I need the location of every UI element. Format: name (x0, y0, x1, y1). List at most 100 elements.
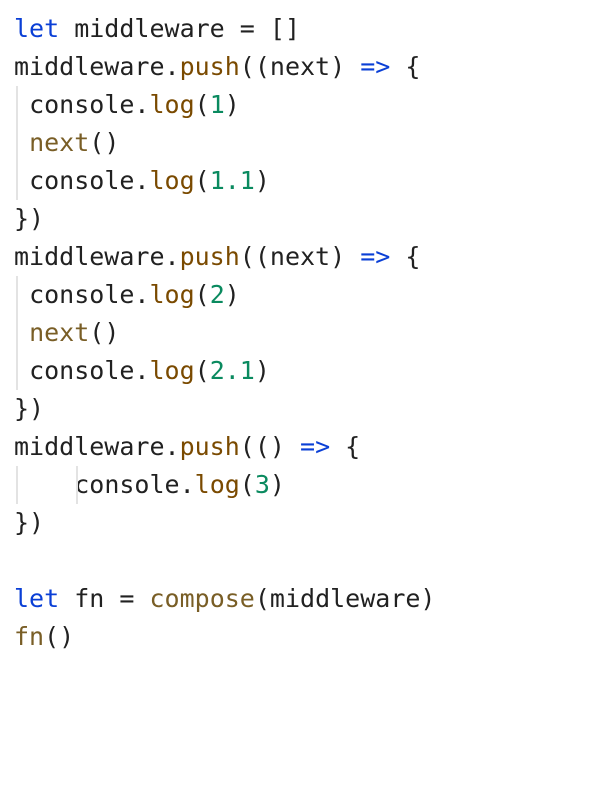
code-line-content: middleware.push((next) => { (14, 242, 420, 271)
code-token: next (270, 52, 330, 81)
code-token: (( (240, 52, 270, 81)
code-token: next (270, 242, 330, 271)
code-line: let fn = compose(middleware) (14, 580, 586, 618)
code-token: log (149, 356, 194, 385)
code-token: middleware (14, 432, 165, 461)
code-block: let middleware = [] middleware.push((nex… (14, 10, 586, 656)
code-token: ) (270, 470, 285, 499)
code-line-content: next() (14, 318, 119, 347)
code-token: 3 (255, 470, 270, 499)
code-token: => (360, 52, 390, 81)
code-token: (( (240, 242, 270, 271)
code-token: let (14, 584, 59, 613)
code-token: log (195, 470, 240, 499)
code-token: . (134, 280, 149, 309)
code-line-content: console.log(1.1) (14, 166, 270, 195)
code-line-content: fn() (14, 622, 74, 651)
code-line-content: let middleware = [] (14, 14, 300, 43)
code-line-content: console.log(2) (14, 280, 240, 309)
code-token: . (165, 432, 180, 461)
code-token: console (29, 166, 134, 195)
code-token: . (134, 356, 149, 385)
code-token: log (149, 280, 194, 309)
code-token: log (149, 90, 194, 119)
code-token: => (360, 242, 390, 271)
code-token: = (119, 584, 134, 613)
code-token: fn (59, 584, 119, 613)
code-line (14, 542, 586, 580)
code-token: . (180, 470, 195, 499)
code-token: 2 (210, 280, 225, 309)
code-token: . (165, 242, 180, 271)
code-token: => (300, 432, 330, 461)
code-token: () (89, 318, 119, 347)
code-token: log (149, 166, 194, 195)
code-token: ) (255, 166, 270, 195)
code-token: 1.1 (210, 166, 255, 195)
code-line: middleware.push(() => { (14, 428, 586, 466)
code-token: ( (195, 166, 210, 195)
code-token: { (330, 432, 360, 461)
code-token: ) (225, 90, 240, 119)
code-line: }) (14, 504, 586, 542)
code-token: ( (195, 280, 210, 309)
code-token: . (134, 166, 149, 195)
code-token: console (29, 90, 134, 119)
code-line: console.log(1) (14, 86, 586, 124)
code-token: ) (225, 280, 240, 309)
code-token: ( (240, 470, 255, 499)
code-token: () (89, 128, 119, 157)
code-token: = (240, 14, 255, 43)
code-token: ( (195, 90, 210, 119)
code-token: push (180, 432, 240, 461)
code-token: middleware (59, 14, 240, 43)
code-token: }) (14, 508, 44, 537)
code-line-content: console.log(2.1) (14, 356, 270, 385)
code-token: next (29, 318, 89, 347)
code-token (134, 584, 149, 613)
code-token: 1 (210, 90, 225, 119)
code-line: }) (14, 200, 586, 238)
code-line-content: let fn = compose(middleware) (14, 584, 435, 613)
code-line: middleware.push((next) => { (14, 238, 586, 276)
code-line: console.log(2) (14, 276, 586, 314)
code-line-content: }) (14, 508, 44, 537)
code-token: . (134, 90, 149, 119)
code-token: push (180, 242, 240, 271)
code-line: middleware.push((next) => { (14, 48, 586, 86)
code-token: ( (195, 356, 210, 385)
code-token: next (29, 128, 89, 157)
code-line: console.log(3) (14, 466, 586, 504)
code-line-content: next() (14, 128, 119, 157)
code-token: () (44, 622, 74, 651)
code-line-content: console.log(1) (14, 90, 240, 119)
code-line-content: console.log(3) (14, 470, 285, 499)
code-token: [] (255, 14, 300, 43)
code-token: ) (330, 242, 360, 271)
code-line-content: middleware.push((next) => { (14, 52, 420, 81)
code-token: . (165, 52, 180, 81)
code-token: (() (240, 432, 300, 461)
code-line: next() (14, 124, 586, 162)
code-token: middleware (14, 242, 165, 271)
code-line: console.log(2.1) (14, 352, 586, 390)
code-token: console (29, 356, 134, 385)
code-line: fn() (14, 618, 586, 656)
code-token: { (390, 242, 420, 271)
code-line-content: middleware.push(() => { (14, 432, 360, 461)
code-token: console (29, 280, 134, 309)
code-token: let (14, 14, 59, 43)
code-token: ) (255, 356, 270, 385)
code-token: (middleware) (255, 584, 436, 613)
code-token: { (390, 52, 420, 81)
code-token: }) (14, 394, 44, 423)
code-line: next() (14, 314, 586, 352)
code-token: console (74, 470, 179, 499)
code-token: 2.1 (210, 356, 255, 385)
code-token: middleware (14, 52, 165, 81)
code-token: ) (330, 52, 360, 81)
code-token: compose (150, 584, 255, 613)
code-token: push (180, 52, 240, 81)
code-line-content: }) (14, 394, 44, 423)
code-line: console.log(1.1) (14, 162, 586, 200)
